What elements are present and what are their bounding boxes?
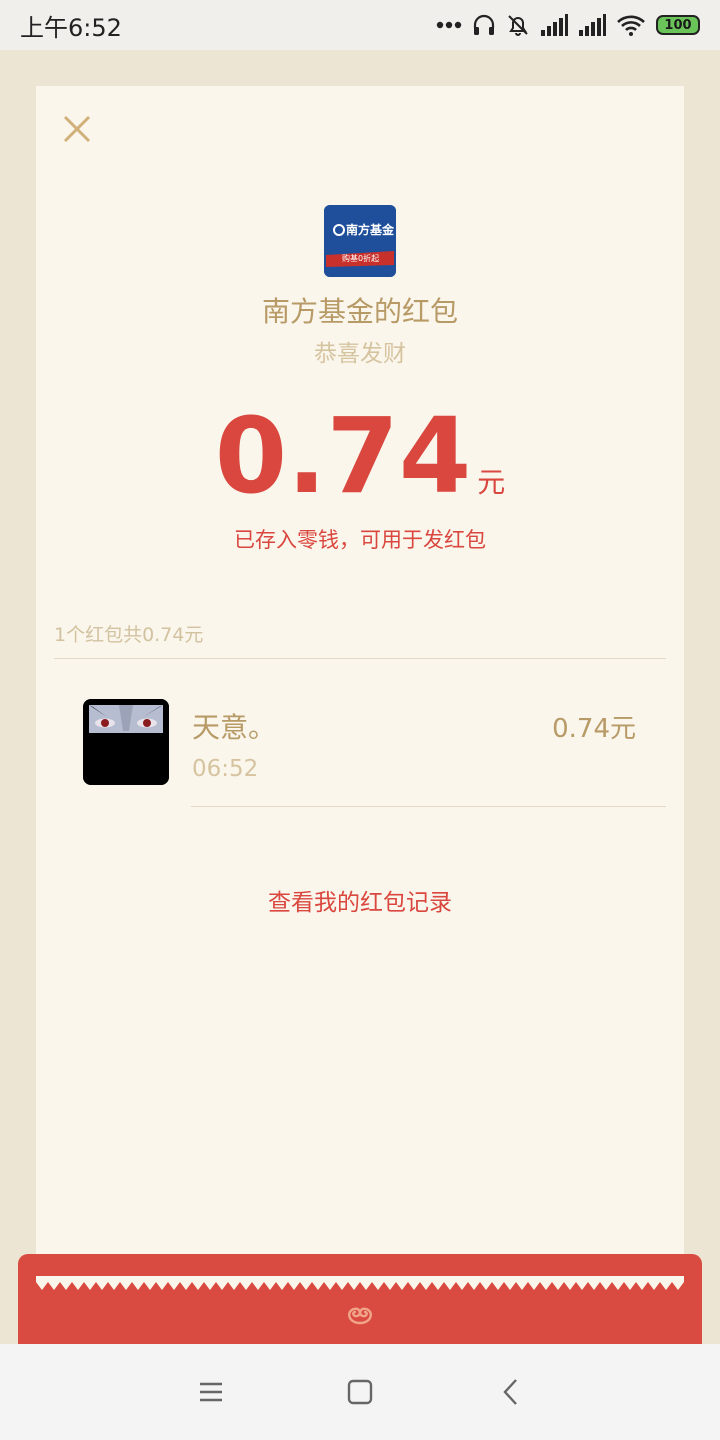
signal-2-icon [579,14,606,36]
avatar [83,699,169,785]
record-time: 06:52 [192,756,259,782]
home-icon[interactable] [344,1376,376,1408]
divider [191,806,666,807]
status-time: 上午6:52 [20,13,122,42]
record-amount: 0.74元 [552,714,636,744]
avatar-eyes-icon [83,699,169,785]
navigation-bar [0,1344,720,1440]
close-icon[interactable] [62,114,92,144]
signal-1-icon [541,14,568,36]
wifi-icon [617,15,645,36]
menu-icon[interactable] [195,1376,227,1408]
status-icons: 100 [436,13,700,37]
cloud-emblem-icon [348,1307,372,1325]
logo-tagline: 购基0折起 [342,254,380,263]
headphones-icon [473,14,495,35]
sender-logo: 南方基金 购基0折起 [324,205,396,277]
view-my-records-link[interactable]: 查看我的红包记录 [36,883,684,917]
back-icon[interactable] [496,1376,528,1408]
sender-name: 南方基金的红包 [261,295,458,328]
logo-text: 南方基金 [346,223,395,237]
battery-level: 100 [664,17,692,33]
amount-row: 0.74 元 [36,404,684,508]
fund-logo-icon [324,205,396,277]
record-name: 天意。 [192,711,277,744]
red-packet-card: 南方基金 购基0折起 南方基金的红包 恭喜发财 0.74 元 已存入零钱，可用于… [36,86,684,1286]
status-bar: 上午6:52 100 [0,0,720,50]
mute-bell-icon [508,15,528,36]
list-item: 天意。 0.74元 06:52 [36,658,684,808]
amount-unit: 元 [477,466,506,499]
zigzag-edge [36,1276,684,1290]
deposit-note: 已存入零钱，可用于发红包 [234,528,486,552]
battery-indicator: 100 [656,15,700,35]
amount-value: 0.74 [214,395,472,517]
packet-summary: 1个红包共0.74元 [54,624,204,646]
red-packet-band [18,1254,702,1344]
more-dots-icon [436,21,462,29]
blessing-text: 恭喜发财 [314,341,406,367]
